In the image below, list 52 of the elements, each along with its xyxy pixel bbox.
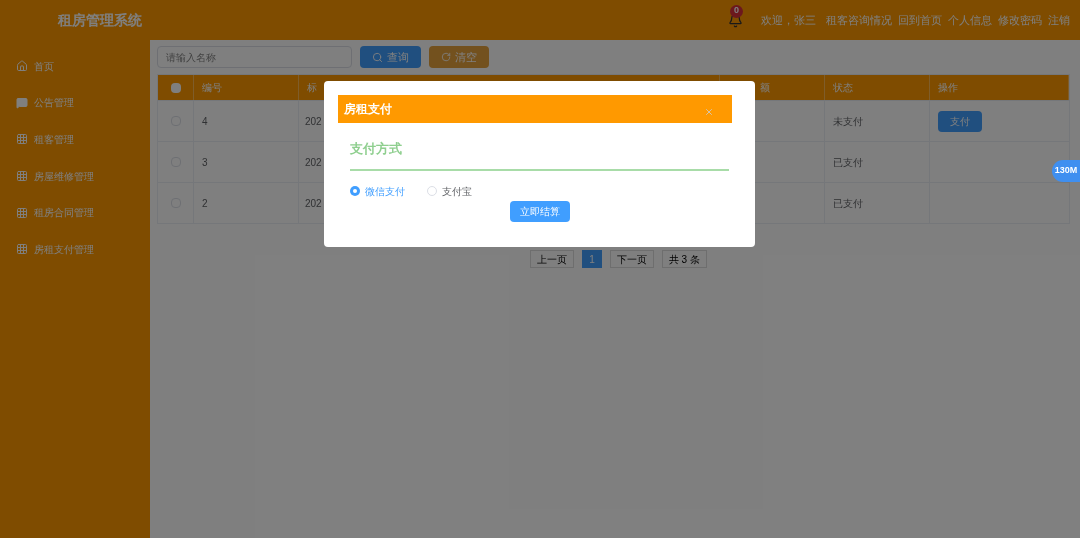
notification-badge: 0 [730,4,743,18]
sidebar-item[interactable]: 公告管理 [0,84,150,122]
grid-icon [16,243,28,256]
grid-icon [16,133,28,146]
sidebar-item[interactable]: 房租支付管理 [0,230,150,268]
table-cell-text: 202 [305,155,322,170]
app-title: 租房管理系统 [58,10,142,30]
grid-icon [16,206,28,219]
sidebar-item[interactable]: 租房合同管理 [0,194,150,231]
header-link[interactable]: 个人信息 [948,11,992,29]
table-cell-text: 202 [305,114,322,129]
radio-button[interactable] [350,186,360,196]
column-header: 编号 [202,81,222,95]
table-cell-text: 4 [202,114,208,129]
welcome-text: 欢迎，张三 [761,12,816,28]
sidebar-item[interactable]: 首页 [0,48,150,85]
close-icon[interactable] [704,107,714,117]
home-icon [16,60,28,73]
total-count: 共 3 条 [661,250,707,268]
table-cell-text: 已支付 [833,196,863,211]
table-cell-text: 2 [202,196,208,211]
section-title: 支付方式 [350,139,729,171]
dialog-title: 房租支付 [344,101,392,118]
next-page-button[interactable]: 下一页 [609,250,654,268]
column-header: 额 [760,81,770,95]
column-header: 操作 [938,81,958,95]
table-cell-text: 未支付 [833,114,863,129]
header-link[interactable]: 修改密码 [998,11,1042,29]
table-cell-text: 202 [305,196,322,211]
page-button[interactable]: 1 [582,250,602,268]
memory-badge[interactable]: 130M [1052,160,1080,182]
refresh-icon [441,52,451,62]
header-link[interactable]: 回到首页 [898,11,942,29]
payment-option[interactable]: 支付宝 [427,183,472,199]
column-header: 状态 [833,81,853,95]
column-header: 标 [307,81,317,95]
reset-button[interactable]: 清空 [429,46,489,68]
message-icon [16,96,28,109]
payment-option[interactable]: 微信支付 [350,183,405,199]
header-link[interactable]: 租客咨询情况 [826,11,892,29]
header-link[interactable]: 注销 [1048,11,1070,29]
table-cell-text: 3 [202,155,208,170]
grid-icon [16,170,28,183]
checkout-button[interactable]: 立即结算 [509,200,570,222]
table-cell-text: 已支付 [833,155,863,170]
select-all-checkbox[interactable] [170,82,181,93]
sidebar-item[interactable]: 租客管理 [0,121,150,158]
search-icon [372,51,383,63]
pay-button[interactable]: 支付 [938,110,982,132]
sidebar-item[interactable]: 房屋维修管理 [0,157,150,195]
prev-page-button[interactable]: 上一页 [530,250,575,268]
search-button[interactable]: 查询 [360,46,421,68]
